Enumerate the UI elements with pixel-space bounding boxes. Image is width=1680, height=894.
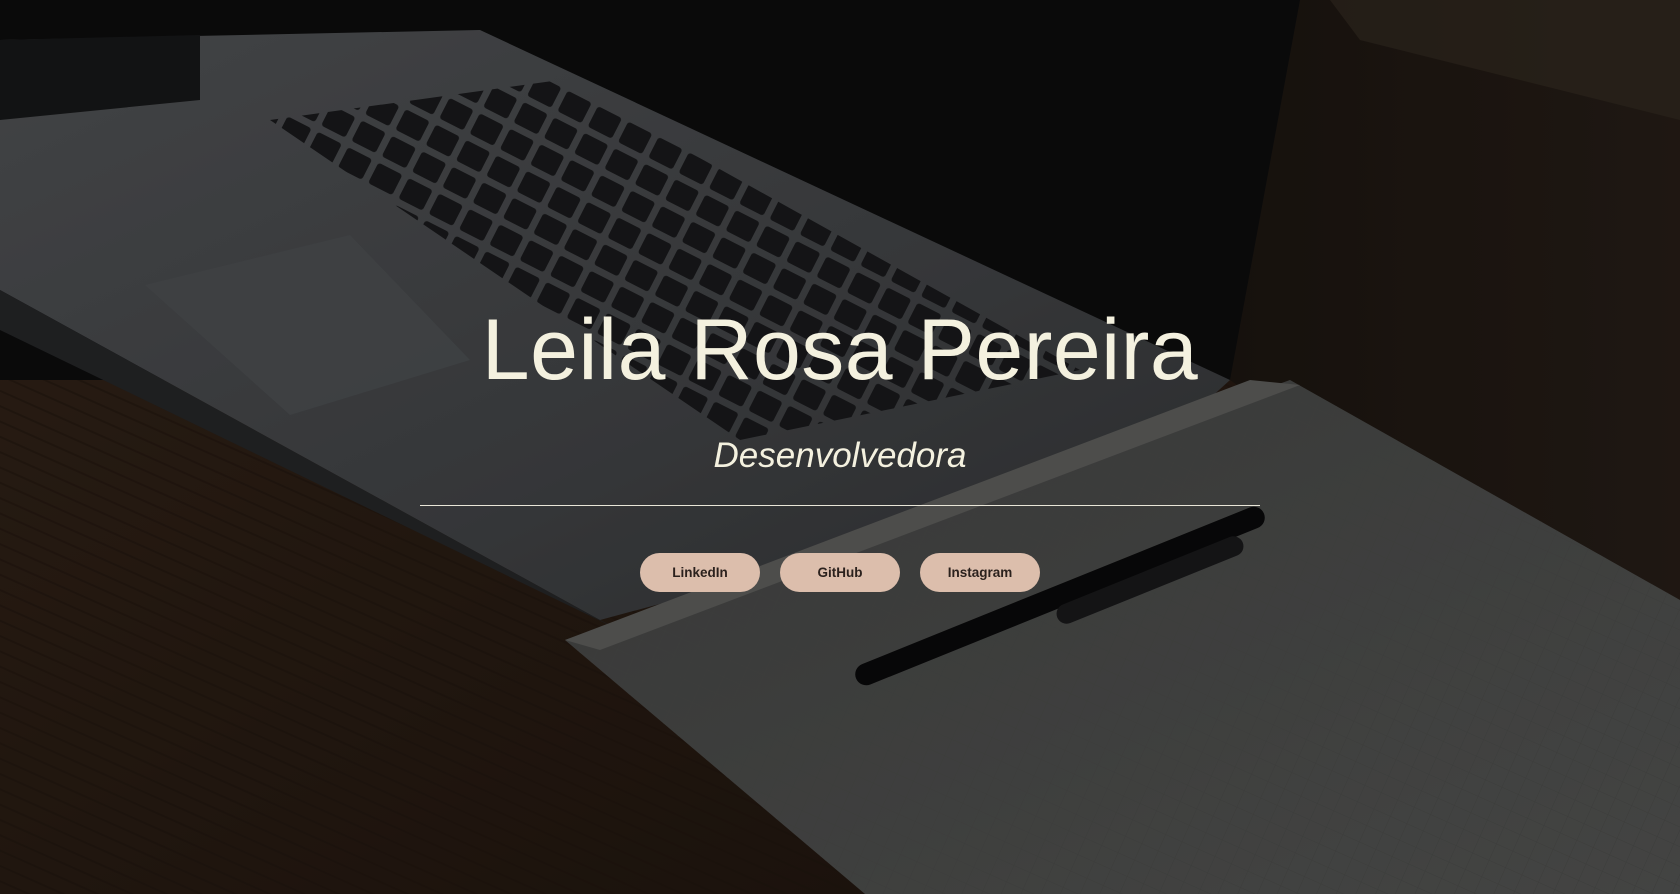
page-root: Leila Rosa Pereira Desenvolvedora Linked… — [0, 0, 1680, 894]
hero-section: Leila Rosa Pereira Desenvolvedora Linked… — [0, 0, 1680, 894]
page-title: Leila Rosa Pereira — [481, 302, 1199, 398]
github-button[interactable]: GitHub — [780, 553, 900, 592]
instagram-button[interactable]: Instagram — [920, 553, 1040, 592]
linkedin-button[interactable]: LinkedIn — [640, 553, 760, 592]
social-links: LinkedIn GitHub Instagram — [0, 553, 1680, 592]
divider — [420, 505, 1260, 506]
role-subtitle: Desenvolvedora — [713, 436, 967, 475]
